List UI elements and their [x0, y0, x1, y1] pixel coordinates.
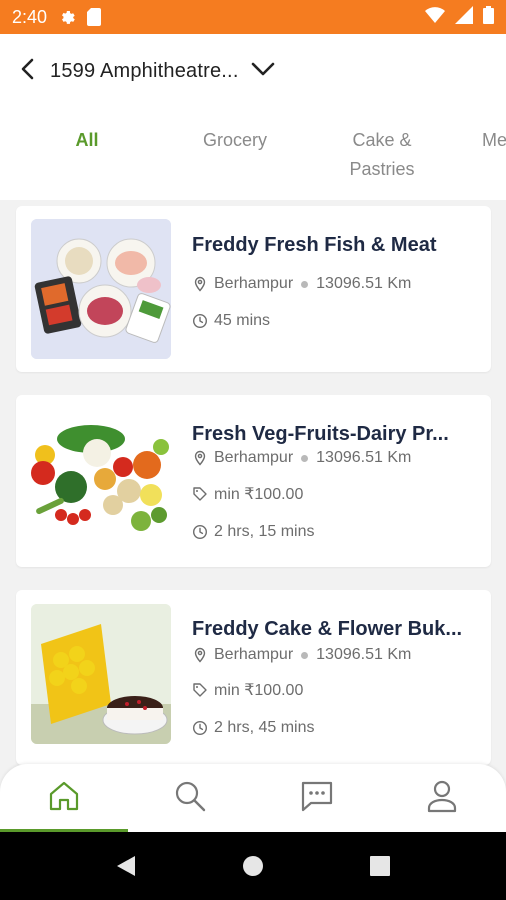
store-card[interactable]: Freddy Cake & Flower Buk... Berhampur 13… — [16, 590, 491, 765]
tab-cake-label-line1: Cake & — [352, 130, 412, 150]
store-time-row: 45 mins — [192, 311, 270, 331]
store-time-row: 2 hrs, 15 mins — [192, 522, 314, 542]
status-time: 2:40 — [12, 6, 48, 27]
tag-icon — [192, 486, 208, 502]
settings-icon — [59, 8, 77, 26]
store-delivery-time: 2 hrs, 45 mins — [214, 719, 315, 736]
separator-dot — [301, 280, 309, 288]
system-navigation-bar — [0, 832, 506, 900]
clock-icon — [192, 720, 208, 736]
back-triangle-icon[interactable] — [114, 854, 138, 878]
store-distance: 13096.51 Km — [316, 646, 412, 663]
separator-dot — [301, 454, 309, 462]
tab-grocery[interactable]: Grocery — [190, 126, 280, 155]
chevron-down-icon[interactable] — [251, 61, 275, 82]
store-location-row: Berhampur 13096.51 Km — [192, 274, 411, 294]
store-location-row: Berhampur 13096.51 Km — [192, 448, 411, 468]
store-card[interactable]: Freddy Fresh Fish & Meat Berhampur 13096… — [16, 206, 491, 372]
tab-grocery-label: Grocery — [202, 130, 267, 150]
status-bar: 2:40 — [0, 0, 506, 34]
store-location: Berhampur — [214, 646, 294, 663]
location-pin-icon — [192, 450, 208, 466]
store-name: Fresh Veg-Fruits-Dairy Pr... — [192, 423, 449, 445]
clock-icon — [192, 524, 208, 540]
store-min-order: min ₹100.00 — [214, 486, 304, 503]
address-selector[interactable]: 1599 Amphitheatre... — [20, 56, 275, 86]
clock-icon — [192, 313, 208, 329]
profile-icon — [424, 778, 460, 819]
tab-all-label: All — [75, 130, 99, 150]
store-delivery-time: 45 mins — [214, 312, 271, 329]
tab-cake-label-line2: Pastries — [349, 159, 415, 179]
store-time-row: 2 hrs, 45 mins — [192, 718, 314, 738]
tab-cake-pastries[interactable]: Cake & Pastries — [330, 126, 434, 184]
store-card[interactable]: Fresh Veg-Fruits-Dairy Pr... Berhampur 1… — [16, 395, 491, 567]
store-list: Freddy Fresh Fish & Meat Berhampur 13096… — [0, 200, 506, 765]
sd-card-icon — [87, 8, 102, 26]
location-pin-icon — [192, 647, 208, 663]
nav-profile[interactable] — [422, 778, 462, 818]
wifi-icon — [425, 6, 445, 28]
tag-icon — [192, 682, 208, 698]
store-image-flowers-cake — [31, 604, 171, 744]
store-name: Freddy Cake & Flower Buk... — [192, 618, 463, 640]
store-min-order-row: min ₹100.00 — [192, 680, 303, 700]
nav-home[interactable] — [44, 778, 84, 818]
store-min-order-row: min ₹100.00 — [192, 484, 303, 504]
store-location: Berhampur — [214, 275, 294, 292]
tab-more-label: Me — [482, 130, 506, 150]
recents-square-icon[interactable] — [368, 854, 392, 878]
location-pin-icon — [192, 276, 208, 292]
app-screen: 2:40 1599 Amphitheatre... All Grocery Ca… — [0, 0, 506, 900]
header: 1599 Amphitheatre... All Grocery Cake & … — [0, 34, 506, 200]
signal-icon — [455, 5, 473, 29]
chat-icon — [299, 778, 335, 819]
store-distance: 13096.51 Km — [316, 449, 412, 466]
category-tabs: All Grocery Cake & Pastries Me — [0, 120, 506, 190]
tab-all[interactable]: All — [62, 126, 112, 155]
store-distance: 13096.51 Km — [316, 275, 412, 292]
back-arrow-icon[interactable] — [20, 58, 36, 85]
store-name: Freddy Fresh Fish & Meat — [192, 234, 437, 256]
nav-messages[interactable] — [297, 778, 337, 818]
store-delivery-time: 2 hrs, 15 mins — [214, 523, 315, 540]
search-icon — [172, 778, 208, 819]
nav-search[interactable] — [170, 778, 210, 818]
home-circle-icon[interactable] — [241, 854, 265, 878]
bottom-navigation — [0, 764, 506, 832]
store-min-order: min ₹100.00 — [214, 682, 304, 699]
store-location: Berhampur — [214, 449, 294, 466]
tab-more[interactable]: Me — [482, 126, 506, 155]
home-icon — [46, 778, 82, 819]
battery-icon — [483, 5, 494, 29]
separator-dot — [301, 651, 309, 659]
store-image-vegetables — [31, 411, 171, 551]
address-text[interactable]: 1599 Amphitheatre... — [50, 60, 239, 83]
store-image-fish-meat — [31, 219, 171, 359]
store-location-row: Berhampur 13096.51 Km — [192, 645, 411, 665]
